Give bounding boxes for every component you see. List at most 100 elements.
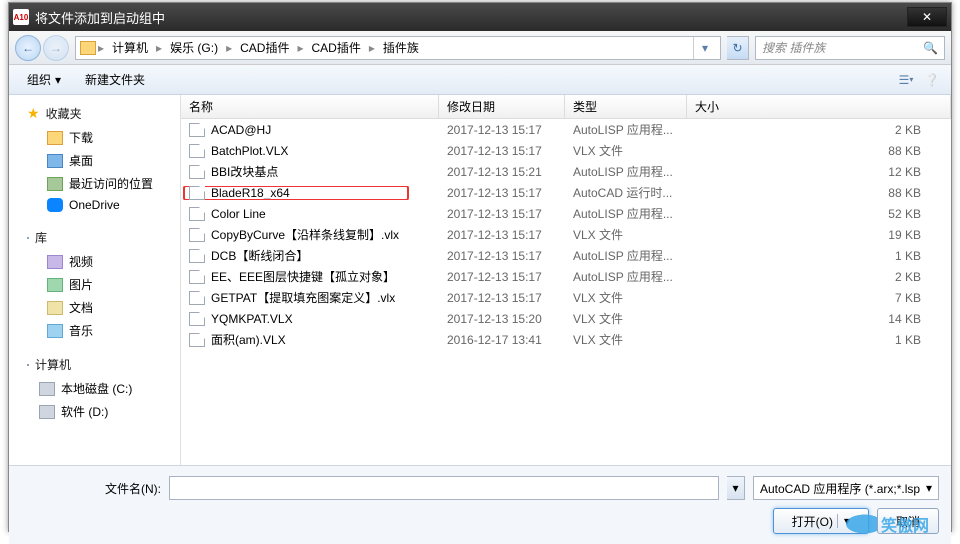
split-arrow-icon: ▾ [837,514,850,528]
file-row[interactable]: GETPAT【提取填充图案定义】.vlx2017-12-13 15:17VLX … [181,287,951,308]
forward-button[interactable]: → [43,35,69,61]
file-size: 88 KB [687,186,951,200]
file-size: 12 KB [687,165,951,179]
file-row[interactable]: EE、EEE图层快捷键【孤立对象】2017-12-13 15:17AutoLIS… [181,266,951,287]
sidebar-item-documents[interactable]: 文档 [9,296,180,319]
sidebar-item-recent[interactable]: 最近访问的位置 [9,172,180,195]
chevron-right-icon: ▸ [98,41,104,55]
cancel-button[interactable]: 取消 [877,508,939,534]
dropdown-arrow[interactable]: ▾ [694,37,716,59]
file-name: GETPAT【提取填充图案定义】.vlx [211,289,395,306]
list-icon: ☰ [899,73,910,87]
file-date: 2016-12-17 13:41 [439,333,565,347]
file-date: 2017-12-13 15:17 [439,207,565,221]
back-button[interactable]: ← [15,35,41,61]
navbar: ← → ▸ 计算机 ▸ 娱乐 (G:) ▸ CAD插件 ▸ CAD插件 ▸ 插件… [9,31,951,65]
file-row[interactable]: BatchPlot.VLX2017-12-13 15:17VLX 文件88 KB [181,140,951,161]
sidebar-item-videos[interactable]: 视频 [9,250,180,273]
filetype-select[interactable]: AutoCAD 应用程序 (*.arx;*.lsp▾ [753,476,939,500]
close-button[interactable]: ✕ [907,7,947,27]
file-size: 2 KB [687,123,951,137]
file-list[interactable]: ACAD@HJ2017-12-13 15:17AutoLISP 应用程...2 … [181,119,951,465]
chevron-right-icon: ▸ [297,41,303,55]
column-type[interactable]: 类型 [565,95,687,118]
sidebar-item-disk-c[interactable]: 本地磁盘 (C:) [9,377,180,400]
file-date: 2017-12-13 15:17 [439,186,565,200]
sidebar-favorites[interactable]: ★收藏夹 [9,101,180,126]
computer-icon [27,364,29,366]
search-icon: 🔍 [923,41,938,55]
chevron-right-icon: ▸ [156,41,162,55]
organize-button[interactable]: 组织 ▾ [17,67,71,92]
search-input[interactable]: 搜索 插件族 🔍 [755,36,945,60]
file-type: AutoLISP 应用程... [565,247,687,264]
file-type: AutoLISP 应用程... [565,268,687,285]
dialog-window: A10 将文件添加到启动组中 ✕ ← → ▸ 计算机 ▸ 娱乐 (G:) ▸ C… [8,2,952,532]
download-icon [47,131,63,145]
sidebar: ★收藏夹 下载 桌面 最近访问的位置 OneDrive 库 视频 图片 文档 音… [9,95,181,465]
file-size: 14 KB [687,312,951,326]
arrow-right-icon: → [50,41,62,55]
sidebar-libraries[interactable]: 库 [9,225,180,250]
breadcrumb-item[interactable]: CAD插件 [234,37,295,58]
file-name: DCB【断线闭合】 [211,247,308,264]
file-row[interactable]: CopyByCurve【沿样条线复制】.vlx 2017-12-13 15:17V… [181,224,951,245]
file-type: VLX 文件 [565,331,687,348]
file-name: CopyByCurve【沿样条线复制】.vlx [211,226,399,243]
titlebar[interactable]: A10 将文件添加到启动组中 ✕ [9,3,951,31]
file-size: 1 KB [687,333,951,347]
file-type: AutoLISP 应用程... [565,163,687,180]
file-icon [189,228,205,242]
picture-icon [47,278,63,292]
column-name[interactable]: 名称 [181,95,439,118]
breadcrumb-item[interactable]: 插件族 [377,37,425,58]
location-bar[interactable]: ▸ 计算机 ▸ 娱乐 (G:) ▸ CAD插件 ▸ CAD插件 ▸ 插件族 ▾ [75,36,721,60]
library-icon [27,237,29,239]
refresh-button[interactable]: ↻ [727,36,749,60]
file-row[interactable]: BBI改块基点2017-12-13 15:21AutoLISP 应用程...12… [181,161,951,182]
column-headers: 名称 修改日期 类型 大小 [181,95,951,119]
sidebar-computer[interactable]: 计算机 [9,352,180,377]
file-row[interactable]: 面积(am).VLX 2016-12-17 13:41VLX 文件1 KB [181,329,951,350]
file-date: 2017-12-13 15:17 [439,123,565,137]
help-button[interactable]: ❔ [921,69,943,91]
new-folder-button[interactable]: 新建文件夹 [75,67,155,92]
file-size: 7 KB [687,291,951,305]
sidebar-item-desktop[interactable]: 桌面 [9,149,180,172]
file-icon [189,312,205,326]
view-options-button[interactable]: ☰▾ [895,69,917,91]
column-size[interactable]: 大小 [687,95,951,118]
file-icon [189,249,205,263]
file-size: 52 KB [687,207,951,221]
file-name: YQMKPAT.VLX [211,312,293,326]
file-date: 2017-12-13 15:17 [439,249,565,263]
breadcrumb-item[interactable]: CAD插件 [305,37,366,58]
breadcrumb-item[interactable]: 计算机 [106,37,154,58]
disk-icon [39,382,55,396]
window-title: 将文件添加到启动组中 [35,8,905,27]
sidebar-item-pictures[interactable]: 图片 [9,273,180,296]
chevron-down-icon: ▾ [909,75,913,84]
video-icon [47,255,63,269]
file-icon [189,165,205,179]
search-placeholder: 搜索 插件族 [762,39,825,56]
sidebar-item-disk-d[interactable]: 软件 (D:) [9,400,180,423]
sidebar-item-music[interactable]: 音乐 [9,319,180,342]
file-row[interactable]: ACAD@HJ2017-12-13 15:17AutoLISP 应用程...2 … [181,119,951,140]
filename-dropdown[interactable]: ▾ [727,476,745,500]
file-date: 2017-12-13 15:17 [439,228,565,242]
file-row[interactable]: Color Line2017-12-13 15:17AutoLISP 应用程..… [181,203,951,224]
chevron-down-icon: ▾ [55,73,61,87]
sidebar-item-downloads[interactable]: 下载 [9,126,180,149]
file-row[interactable]: DCB【断线闭合】 2017-12-13 15:17AutoLISP 应用程...… [181,245,951,266]
file-row[interactable]: YQMKPAT.VLX2017-12-13 15:20VLX 文件14 KB [181,308,951,329]
filename-input[interactable] [169,476,719,500]
column-date[interactable]: 修改日期 [439,95,565,118]
file-row[interactable]: BladeR18_x642017-12-13 15:17AutoCAD 运行时.… [181,182,951,203]
file-type: VLX 文件 [565,226,687,243]
breadcrumb-item[interactable]: 娱乐 (G:) [164,37,224,58]
file-name: 面积(am).VLX [211,331,286,348]
sidebar-item-onedrive[interactable]: OneDrive [9,195,180,215]
open-button[interactable]: 打开(O)▾ [773,508,869,534]
file-name: Color Line [211,207,266,221]
